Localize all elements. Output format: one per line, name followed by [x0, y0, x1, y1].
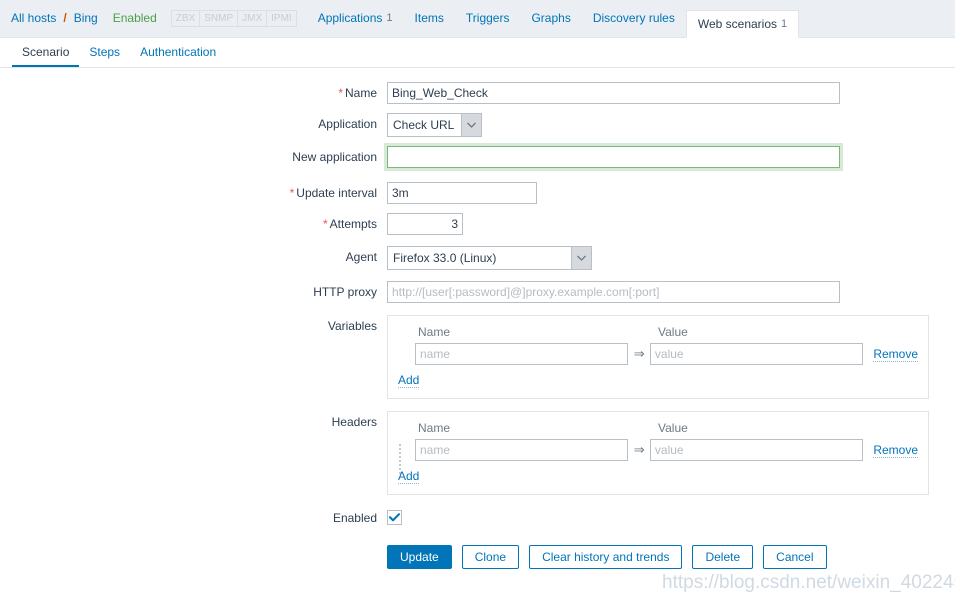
label-update-interval-text: Update interval [296, 186, 377, 200]
form-row-actions: Update Clone Clear history and trends De… [0, 529, 955, 569]
host-tab-discovery-rules[interactable]: Discovery rules [582, 0, 686, 37]
variables-table: Name Value ⇒ Remove Add [387, 315, 929, 399]
variable-remove-link[interactable]: Remove [873, 347, 919, 362]
label-attempts: * Attempts [0, 213, 387, 235]
headers-header-row: Name Value [398, 421, 918, 435]
http-proxy-input[interactable] [387, 281, 840, 303]
availability-badges: ZBX SNMP JMX IPMI [157, 0, 297, 37]
check-icon [389, 513, 400, 522]
availability-badge-snmp: SNMP [199, 9, 238, 27]
host-tab-triggers[interactable]: Triggers [455, 0, 521, 37]
agent-select-value: Firefox 33.0 (Linux) [393, 251, 497, 265]
host-tab-items[interactable]: Items [404, 0, 455, 37]
host-tab-web-scenarios-label: Web scenarios [697, 17, 778, 31]
headers-col-value: Value [658, 421, 688, 435]
tab-scenario[interactable]: Scenario [12, 38, 80, 67]
availability-badge-ipmi: IPMI [266, 9, 297, 27]
host-tab-graphs-label: Graphs [531, 11, 571, 25]
tab-steps[interactable]: Steps [79, 38, 130, 67]
required-asterisk-name: * [338, 86, 343, 100]
headers-row: ⇒ Remove [398, 439, 919, 474]
host-tab-applications-label: Applications [317, 11, 383, 25]
form-row-enabled: Enabled [0, 507, 955, 529]
new-application-input[interactable] [387, 146, 840, 168]
application-select[interactable]: Check URL [387, 113, 483, 137]
label-variables: Variables [327, 319, 377, 333]
host-status-wrap: Enabled [99, 0, 157, 37]
variables-col-name: Name [418, 325, 451, 339]
headers-table: Name Value ⇒ Remove Add [387, 411, 929, 495]
attempts-input[interactable] [387, 213, 463, 235]
application-select-value: Check URL [393, 118, 455, 132]
label-application: Application [318, 117, 377, 131]
agent-select[interactable]: Firefox 33.0 (Linux) [387, 246, 592, 270]
breadcrumb-separator: / [63, 11, 67, 25]
label-enabled: Enabled [332, 511, 377, 525]
host-tab-applications-count: 1 [386, 12, 393, 24]
scenario-tab-bar: Scenario Steps Authentication [0, 38, 955, 68]
host-tab-triggers-label: Triggers [465, 11, 510, 25]
form-row-update-interval: * Update interval [0, 182, 955, 204]
variable-name-input[interactable] [415, 343, 629, 365]
header-remove-link[interactable]: Remove [873, 443, 919, 458]
variables-arrow-separator: ⇒ [633, 346, 645, 361]
header-add-link[interactable]: Add [398, 469, 420, 484]
label-agent: Agent [345, 250, 377, 264]
host-status-enabled[interactable]: Enabled [113, 11, 157, 25]
label-http-proxy: HTTP proxy [313, 285, 377, 299]
headers-col-name: Name [418, 421, 451, 435]
clone-button[interactable]: Clone [461, 545, 520, 569]
delete-button[interactable]: Delete [692, 545, 754, 569]
header-value-input[interactable] [649, 439, 864, 461]
host-tab-discovery-rules-label: Discovery rules [592, 11, 675, 25]
availability-badge-zbx: ZBX [170, 9, 200, 27]
variables-col-value: Value [658, 325, 688, 339]
form-row-attempts: * Attempts [0, 213, 955, 235]
cancel-button[interactable]: Cancel [763, 545, 827, 569]
breadcrumb-all-hosts[interactable]: All hosts [10, 11, 57, 25]
drag-handle-icon[interactable] [398, 439, 412, 474]
form-row-new-application: New application [0, 146, 955, 168]
label-name: * Name [0, 82, 387, 104]
form-row-application: Application Check URL [0, 113, 955, 137]
host-tab-web-scenarios-count: 1 [781, 18, 788, 30]
scenario-form: *Name Application Check URL New applicat… [0, 68, 955, 569]
breadcrumb-host[interactable]: Bing [73, 11, 99, 25]
action-buttons: Update Clone Clear history and trends De… [387, 545, 955, 569]
form-row-agent: Agent Firefox 33.0 (Linux) [0, 246, 955, 270]
form-row-name: * Name [0, 82, 955, 104]
form-row-http-proxy: HTTP proxy [0, 281, 955, 303]
update-button[interactable]: Update [387, 545, 452, 569]
label-update-interval: * Update interval [0, 182, 387, 204]
header-name-input[interactable] [415, 439, 629, 461]
label-name-text: Name [344, 86, 377, 100]
name-input[interactable] [387, 82, 840, 104]
tab-authentication[interactable]: Authentication [130, 38, 226, 67]
host-tab-applications[interactable]: Applications 1 [307, 0, 404, 37]
variable-add-link[interactable]: Add [398, 373, 420, 388]
form-row-headers: Headers Name Value ⇒ Remove Add [0, 411, 955, 495]
update-interval-input[interactable] [387, 182, 537, 204]
availability-badge-jmx: JMX [237, 9, 267, 27]
variables-row: ⇒ Remove [398, 343, 919, 365]
headers-arrow-separator: ⇒ [633, 442, 645, 457]
variable-value-input[interactable] [649, 343, 864, 365]
clear-history-and-trends-button[interactable]: Clear history and trends [529, 545, 683, 569]
form-row-variables: Variables Name Value ⇒ Remove Add [0, 315, 955, 399]
label-new-application: New application [292, 150, 377, 164]
host-tab-items-label: Items [414, 11, 444, 25]
host-tab-graphs[interactable]: Graphs [520, 0, 581, 37]
host-tab-web-scenarios[interactable]: Web scenarios 1 [685, 10, 800, 38]
label-attempts-text: Attempts [329, 217, 377, 231]
chevron-down-icon [571, 247, 591, 269]
chevron-down-icon [461, 114, 482, 136]
watermark-text: https://blog.csdn.net/weixin_40224560 [662, 572, 955, 593]
variables-header-row: Name Value [398, 325, 918, 339]
host-navigation-bar: All hosts / Bing Enabled ZBX SNMP JMX IP… [0, 0, 955, 38]
breadcrumb: All hosts / Bing [10, 0, 99, 37]
label-headers: Headers [331, 415, 377, 429]
enabled-checkbox[interactable] [387, 510, 402, 525]
required-asterisk-attempts: * [322, 217, 328, 231]
required-asterisk-update-interval: * [289, 186, 295, 200]
